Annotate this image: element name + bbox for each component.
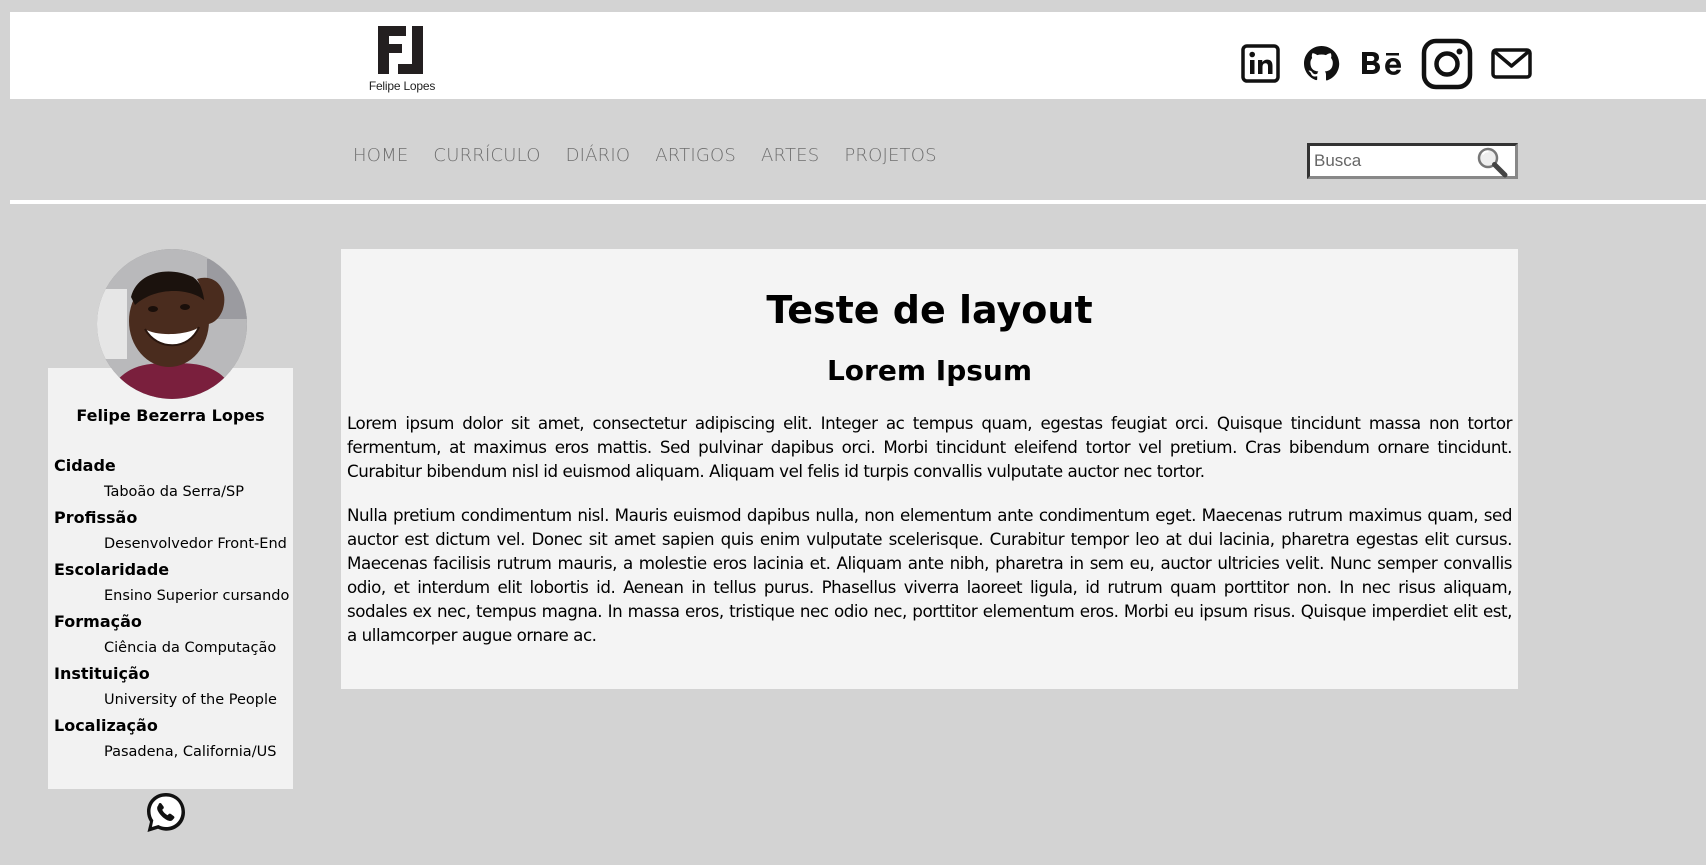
github-link[interactable] bbox=[1299, 41, 1344, 86]
top-header: Felipe Lopes bbox=[10, 12, 1706, 99]
info-value: Desenvolvedor Front-End bbox=[104, 536, 287, 552]
info-label: Escolaridade bbox=[54, 560, 170, 579]
main-nav: HOME CURRÍCULO DIÁRIO ARTIGOS ARTES PROJ… bbox=[353, 145, 937, 166]
nav-projetos[interactable]: PROJETOS bbox=[844, 145, 936, 166]
info-label: Instituição bbox=[54, 664, 150, 683]
whatsapp-icon bbox=[147, 793, 185, 832]
header-divider bbox=[10, 200, 1706, 204]
behance-icon bbox=[1362, 51, 1401, 75]
profile-photo bbox=[97, 249, 247, 399]
profile-name: Felipe Bezerra Lopes bbox=[76, 406, 265, 425]
paragraph: Lorem ipsum dolor sit amet, consectetur … bbox=[347, 413, 1512, 481]
instagram-icon bbox=[1421, 38, 1473, 90]
info-label: Formação bbox=[54, 612, 142, 631]
page-title: Teste de layout bbox=[766, 288, 1093, 332]
info-label: Cidade bbox=[54, 456, 116, 475]
behance-link[interactable] bbox=[1360, 41, 1405, 86]
avatar bbox=[97, 249, 247, 399]
magnifier-icon bbox=[1477, 147, 1508, 178]
whatsapp-button[interactable] bbox=[143, 790, 189, 836]
info-value: University of the People bbox=[104, 692, 277, 708]
nav-diario[interactable]: DIÁRIO bbox=[566, 145, 631, 166]
site-logo[interactable]: Felipe Lopes bbox=[352, 22, 452, 102]
paragraph: Nulla pretium condimentum nisl. Mauris e… bbox=[347, 505, 1512, 645]
info-value: Pasadena, California/US bbox=[104, 744, 277, 760]
info-label: Profissão bbox=[54, 508, 138, 527]
nav-artigos[interactable]: ARTIGOS bbox=[655, 145, 736, 166]
search-box bbox=[1307, 143, 1518, 179]
social-links bbox=[1238, 36, 1534, 90]
linkedin-link[interactable] bbox=[1238, 41, 1283, 86]
email-link[interactable] bbox=[1489, 41, 1534, 86]
github-icon bbox=[1304, 45, 1340, 80]
search-input[interactable] bbox=[1314, 149, 1464, 173]
info-value: Taboão da Serra/SP bbox=[104, 484, 244, 500]
profile-info: Cidade Taboão da Serra/SP Profissão Dese… bbox=[54, 453, 290, 765]
profile-card: Felipe Bezerra Lopes Cidade Taboão da Se… bbox=[48, 368, 293, 789]
search-button[interactable] bbox=[1469, 146, 1513, 178]
nav-artes[interactable]: ARTES bbox=[761, 145, 819, 166]
nav-curriculo[interactable]: CURRÍCULO bbox=[433, 145, 540, 166]
section-subtitle: Lorem Ipsum bbox=[826, 354, 1033, 387]
info-value: Ensino Superior cursando bbox=[104, 588, 290, 604]
info-value: Ciência da Computação bbox=[104, 640, 277, 656]
mail-icon bbox=[1491, 47, 1532, 79]
logo-caption: Felipe Lopes bbox=[368, 79, 436, 93]
fl-monogram-icon bbox=[378, 26, 423, 74]
main-content: Teste de layout Lorem Ipsum Lorem ipsum … bbox=[341, 249, 1518, 689]
instagram-link[interactable] bbox=[1421, 38, 1473, 90]
linkedin-icon bbox=[1241, 43, 1280, 83]
nav-home[interactable]: HOME bbox=[353, 145, 408, 166]
info-label: Localização bbox=[54, 716, 158, 735]
